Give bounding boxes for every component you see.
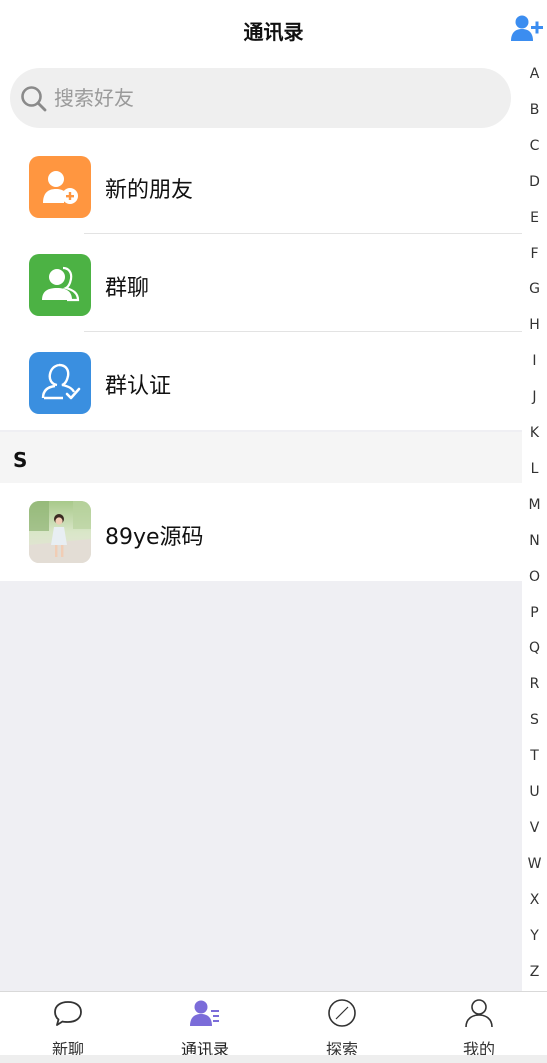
index-letter-w[interactable]: W	[522, 856, 547, 872]
index-letter-u[interactable]: U	[522, 784, 547, 800]
chat-bubble-icon	[54, 1001, 82, 1026]
group-verify-icon	[29, 352, 91, 414]
index-letter-f[interactable]: F	[522, 246, 547, 262]
group-chat-icon	[29, 254, 91, 316]
search-icon	[21, 86, 47, 112]
tab-bar: 新聊 通讯录 探索 我的	[0, 991, 547, 1059]
index-letter-l[interactable]: L	[522, 461, 547, 477]
tab-explore[interactable]: 探索	[274, 992, 410, 1059]
index-letter-t[interactable]: T	[522, 748, 547, 764]
tab-new-chat[interactable]: 新聊	[0, 992, 136, 1059]
new-friends-label: 新的朋友	[105, 178, 194, 203]
index-letter-p[interactable]: P	[522, 605, 547, 621]
index-letter-y[interactable]: Y	[522, 928, 547, 944]
group-chat-item[interactable]: 群聊	[0, 234, 522, 332]
profile-icon	[465, 999, 493, 1028]
index-letter-j[interactable]: J	[522, 389, 547, 405]
photo-avatar	[29, 501, 91, 563]
contact-avatar	[29, 501, 91, 563]
index-letter-r[interactable]: R	[522, 676, 547, 692]
index-letter-v[interactable]: V	[522, 820, 547, 836]
index-letter-m[interactable]: M	[522, 497, 547, 513]
index-letter-g[interactable]: G	[522, 281, 547, 297]
new-friends-item[interactable]: 新的朋友	[0, 136, 522, 234]
index-letter-x[interactable]: X	[522, 892, 547, 908]
index-letter-c[interactable]: C	[522, 138, 547, 154]
section-letter: S	[13, 448, 28, 472]
compass-icon	[328, 999, 356, 1027]
index-letter-k[interactable]: K	[522, 425, 547, 441]
search-box[interactable]	[10, 68, 511, 128]
add-friend-button[interactable]	[511, 14, 543, 44]
group-verify-item[interactable]: 群认证	[0, 332, 522, 430]
function-list: 新的朋友 群聊 群认证	[0, 136, 522, 430]
index-letter-s[interactable]: S	[522, 712, 547, 728]
index-letter-i[interactable]: I	[522, 353, 547, 369]
index-letter-o[interactable]: O	[522, 569, 547, 585]
group-verify-label: 群认证	[105, 374, 172, 399]
search-area	[0, 60, 522, 136]
tab-contacts[interactable]: 通讯录	[137, 992, 273, 1059]
tab-profile[interactable]: 我的	[411, 992, 547, 1059]
index-letter-b[interactable]: B	[522, 102, 547, 118]
index-letter-d[interactable]: D	[522, 174, 547, 190]
alphabet-index[interactable]: A B C D E F G H I J K L M N O P Q R S T U V W X Y Z	[522, 58, 547, 992]
contact-item[interactable]: 89ye源码	[0, 483, 522, 581]
index-letter-h[interactable]: H	[522, 317, 547, 333]
index-letter-n[interactable]: N	[522, 533, 547, 549]
section-header: S	[0, 432, 522, 483]
contact-name: 89ye源码	[105, 525, 204, 550]
group-chat-label: 群聊	[105, 276, 150, 301]
index-letter-a[interactable]: A	[522, 66, 547, 82]
index-letter-z[interactable]: Z	[522, 964, 547, 980]
top-bar: 通讯录	[0, 0, 547, 60]
search-input[interactable]	[54, 78, 474, 118]
new-friend-icon	[29, 156, 91, 218]
index-letter-q[interactable]: Q	[522, 640, 547, 656]
add-friend-icon	[511, 15, 543, 41]
page-title: 通讯录	[243, 20, 304, 44]
contacts-icon	[190, 1000, 219, 1026]
index-letter-e[interactable]: E	[522, 210, 547, 226]
bottom-strip	[0, 1055, 547, 1063]
